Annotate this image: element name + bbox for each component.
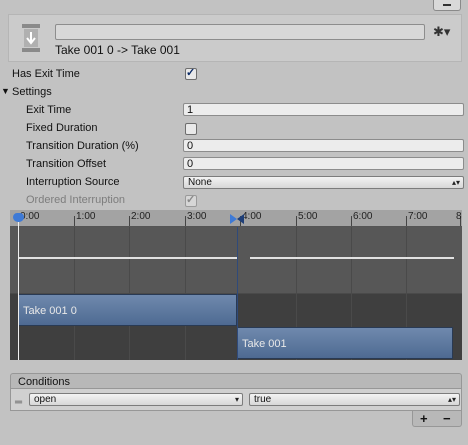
transition-timeline[interactable]: 0:00 1:00 2:00 3:00 4:00 5:00 6:00 7:00 … bbox=[10, 210, 462, 360]
interruption-source-label: Interruption Source bbox=[26, 176, 120, 188]
playhead-line bbox=[18, 214, 19, 360]
transition-icon bbox=[22, 24, 40, 52]
conditions-list: ═ open ▾ true ▴▾ bbox=[10, 389, 462, 411]
source-clip[interactable]: Take 001 0 bbox=[18, 294, 237, 326]
tick-label: 7:00 bbox=[408, 211, 428, 222]
timeline-upper-track bbox=[10, 227, 462, 293]
transition-name-field[interactable] bbox=[55, 24, 425, 40]
add-condition-button[interactable]: + bbox=[420, 411, 428, 426]
dest-weight-curve bbox=[250, 257, 454, 259]
settings-foldout[interactable]: Settings bbox=[12, 86, 52, 98]
tick-label: 6:00 bbox=[353, 211, 373, 222]
chevron-down-icon: ▾ bbox=[234, 395, 239, 404]
checkmark-icon: ✓ bbox=[186, 67, 196, 79]
transition-title: Take 001 0 -> Take 001 bbox=[55, 43, 180, 57]
transition-duration-label: Transition Duration (%) bbox=[26, 140, 139, 152]
drag-handle-icon[interactable]: ═ bbox=[15, 397, 22, 408]
checkmark-icon: ✓ bbox=[186, 194, 196, 206]
interruption-source-dropdown[interactable]: None ▴▾ bbox=[183, 176, 464, 189]
transition-offset-label: Transition Offset bbox=[26, 158, 107, 170]
remove-condition-button[interactable]: − bbox=[443, 411, 451, 426]
condition-value-text: true bbox=[254, 394, 272, 405]
ordered-interruption-checkbox: ✓ bbox=[185, 194, 197, 207]
transition-offset-field[interactable]: 0 bbox=[183, 157, 464, 170]
has-exit-time-checkbox[interactable]: ✓ bbox=[185, 67, 197, 80]
fixed-duration-label: Fixed Duration bbox=[26, 122, 98, 134]
exit-time-label: Exit Time bbox=[26, 104, 72, 116]
exit-time-field[interactable]: 1 bbox=[183, 103, 464, 116]
tick-label: 2:00 bbox=[131, 211, 151, 222]
conditions-header: Conditions bbox=[10, 373, 462, 389]
tick-label: 3:00 bbox=[187, 211, 207, 222]
transition-header: Take 001 0 -> Take 001 ✱▾ bbox=[8, 14, 462, 62]
updown-arrows-icon: ▴▾ bbox=[451, 178, 460, 187]
transition-end-line bbox=[237, 227, 238, 360]
conditions-footer: + − bbox=[412, 411, 462, 427]
has-exit-time-label: Has Exit Time bbox=[12, 68, 80, 80]
tick-label: 8 bbox=[456, 211, 462, 222]
top-collapse-button[interactable] bbox=[433, 0, 461, 11]
transition-duration-field[interactable]: 0 bbox=[183, 139, 464, 152]
tick-label: 5:00 bbox=[298, 211, 318, 222]
ordered-interruption-label: Ordered Interruption bbox=[26, 194, 126, 206]
condition-parameter-dropdown[interactable]: open ▾ bbox=[29, 393, 243, 406]
source-weight-curve bbox=[18, 257, 238, 259]
gear-icon[interactable]: ✱▾ bbox=[433, 24, 450, 40]
interruption-source-value: None bbox=[188, 177, 212, 188]
condition-value-dropdown[interactable]: true ▴▾ bbox=[249, 393, 460, 406]
fixed-duration-checkbox[interactable] bbox=[185, 123, 197, 135]
triangle-down-icon[interactable]: ▼ bbox=[1, 86, 10, 96]
updown-arrows-icon: ▴▾ bbox=[447, 395, 456, 404]
tick-label: 4:00 bbox=[242, 211, 262, 222]
condition-parameter-value: open bbox=[34, 394, 57, 405]
dest-clip[interactable]: Take 001 bbox=[237, 327, 453, 359]
transition-handles-icon[interactable] bbox=[230, 213, 244, 225]
playhead-marker-icon[interactable] bbox=[13, 213, 24, 222]
minus-icon bbox=[443, 4, 451, 6]
tick-label: 1:00 bbox=[76, 211, 96, 222]
